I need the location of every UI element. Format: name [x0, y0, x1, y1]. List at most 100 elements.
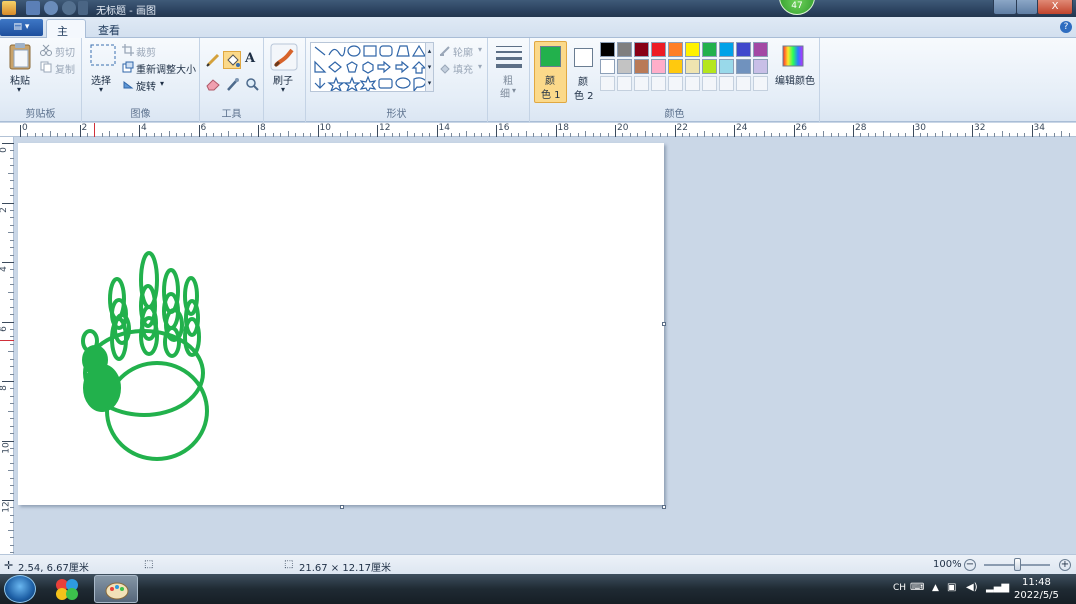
- palette-empty-slot[interactable]: [702, 76, 717, 91]
- save-quick-icon[interactable]: [26, 1, 40, 15]
- paste-icon[interactable]: [8, 42, 32, 70]
- line-width-icon[interactable]: [496, 46, 522, 68]
- palette-swatch[interactable]: [736, 59, 751, 74]
- eraser-icon[interactable]: [205, 77, 221, 91]
- size-dropdown-icon[interactable]: ▾: [512, 86, 516, 95]
- palette-swatch[interactable]: [668, 59, 683, 74]
- crop-button[interactable]: 裁剪: [136, 44, 156, 59]
- palette-swatch[interactable]: [685, 59, 700, 74]
- fill-icon[interactable]: [439, 62, 451, 74]
- outline-icon[interactable]: [439, 45, 451, 57]
- palette-swatch[interactable]: [702, 42, 717, 57]
- palette-empty-slot[interactable]: [617, 76, 632, 91]
- paste-dropdown-icon[interactable]: ▾: [17, 85, 21, 94]
- ruler-label: 22: [676, 123, 688, 133]
- scissors-icon[interactable]: [40, 44, 52, 56]
- taskbar-paint-app[interactable]: [94, 575, 138, 603]
- input-language[interactable]: CH: [893, 583, 906, 593]
- clock-date[interactable]: 2022/5/5: [1014, 590, 1059, 601]
- paint-menu-button[interactable]: ▤ ▾: [0, 19, 43, 36]
- shapes-gallery[interactable]: [310, 42, 434, 92]
- tab-home[interactable]: 主页: [46, 19, 86, 54]
- brush-dropdown-icon[interactable]: ▾: [281, 85, 285, 94]
- zoom-in-button[interactable]: +: [1059, 559, 1071, 571]
- rotate-icon[interactable]: [122, 78, 134, 90]
- cut-button[interactable]: 剪切: [55, 44, 75, 59]
- minimize-button[interactable]: [993, 0, 1017, 15]
- shapes-scroll[interactable]: ▴ ▾ ▾: [425, 42, 434, 92]
- text-tool-icon[interactable]: A: [245, 51, 255, 66]
- palette-swatch[interactable]: [753, 42, 768, 57]
- palette-empty-slot[interactable]: [651, 76, 666, 91]
- signal-icon[interactable]: ▂▄▆: [986, 582, 1009, 593]
- copy-icon[interactable]: [40, 61, 52, 73]
- drawing-canvas[interactable]: [18, 143, 664, 505]
- redo-quick-icon[interactable]: [62, 1, 76, 15]
- tab-view[interactable]: 查看: [88, 19, 130, 39]
- palette-swatch[interactable]: [651, 59, 666, 74]
- maximize-button[interactable]: [1016, 0, 1038, 15]
- palette-swatch[interactable]: [719, 42, 734, 57]
- palette-empty-slot[interactable]: [685, 76, 700, 91]
- palette-empty-slot[interactable]: [600, 76, 615, 91]
- resize-icon[interactable]: [122, 61, 134, 73]
- palette-empty-slot[interactable]: [736, 76, 751, 91]
- paint-app-icon[interactable]: [2, 1, 16, 15]
- pencil-icon[interactable]: [205, 52, 221, 68]
- palette-swatch[interactable]: [600, 42, 615, 57]
- brush-icon[interactable]: [270, 43, 298, 71]
- close-button[interactable]: X: [1037, 0, 1073, 15]
- palette-swatch[interactable]: [702, 59, 717, 74]
- size-label-line2[interactable]: 细: [500, 85, 510, 100]
- palette-swatch[interactable]: [685, 42, 700, 57]
- palette-swatch[interactable]: [617, 42, 632, 57]
- palette-swatch[interactable]: [651, 42, 666, 57]
- outline-dropdown-icon[interactable]: ▾: [478, 45, 482, 54]
- palette-swatch[interactable]: [617, 59, 632, 74]
- help-icon[interactable]: ?: [1060, 21, 1072, 33]
- edit-colors-label[interactable]: 编辑颜色: [775, 72, 815, 87]
- taskbar-app-icon[interactable]: [46, 575, 90, 603]
- resize-button[interactable]: 重新调整大小: [136, 61, 196, 76]
- color-picker-icon[interactable]: [225, 77, 241, 91]
- color1-button[interactable]: 颜 色 1: [534, 41, 567, 103]
- zoom-slider-thumb[interactable]: [1014, 558, 1021, 571]
- copy-button[interactable]: 复制: [55, 61, 75, 76]
- palette-swatch[interactable]: [719, 59, 734, 74]
- volume-icon[interactable]: ◀): [966, 582, 978, 593]
- palette-empty-slot[interactable]: [719, 76, 734, 91]
- select-icon[interactable]: [90, 44, 116, 66]
- zoom-out-button[interactable]: −: [964, 559, 976, 571]
- palette-swatch[interactable]: [668, 42, 683, 57]
- palette-swatch[interactable]: [600, 59, 615, 74]
- fill-dropdown-icon[interactable]: ▾: [478, 62, 482, 71]
- notification-badge[interactable]: 47: [779, 0, 815, 15]
- select-dropdown-icon[interactable]: ▾: [99, 85, 103, 94]
- rotate-button[interactable]: 旋转: [136, 78, 156, 93]
- palette-empty-slot[interactable]: [668, 76, 683, 91]
- show-hidden-icons-icon[interactable]: ▲: [932, 583, 939, 593]
- canvas-resize-handle-corner[interactable]: [662, 505, 666, 509]
- magnifier-icon[interactable]: [245, 77, 259, 91]
- palette-empty-slot[interactable]: [753, 76, 768, 91]
- fill-button[interactable]: 填充: [453, 61, 473, 76]
- start-button[interactable]: [4, 575, 36, 603]
- canvas-resize-handle-right[interactable]: [662, 322, 666, 326]
- canvas-resize-handle-bottom[interactable]: [340, 505, 344, 509]
- palette-swatch[interactable]: [634, 42, 649, 57]
- palette-swatch[interactable]: [736, 42, 751, 57]
- palette-swatch[interactable]: [634, 59, 649, 74]
- clock-time[interactable]: 11:48: [1022, 577, 1051, 588]
- palette-empty-slot[interactable]: [634, 76, 649, 91]
- keyboard-icon[interactable]: ⌨: [910, 582, 924, 593]
- edit-colors-icon[interactable]: [781, 44, 805, 68]
- palette-swatch[interactable]: [753, 59, 768, 74]
- fill-bucket-icon[interactable]: [223, 51, 241, 69]
- rotate-dropdown-icon[interactable]: ▾: [160, 79, 164, 88]
- network-tray-icon[interactable]: ▣: [947, 582, 956, 593]
- color2-button[interactable]: 颜 色 2: [569, 41, 599, 103]
- customize-quick-access-icon[interactable]: [78, 1, 88, 15]
- undo-quick-icon[interactable]: [44, 1, 58, 15]
- outline-button[interactable]: 轮廓: [453, 44, 473, 59]
- crop-icon[interactable]: [122, 44, 134, 56]
